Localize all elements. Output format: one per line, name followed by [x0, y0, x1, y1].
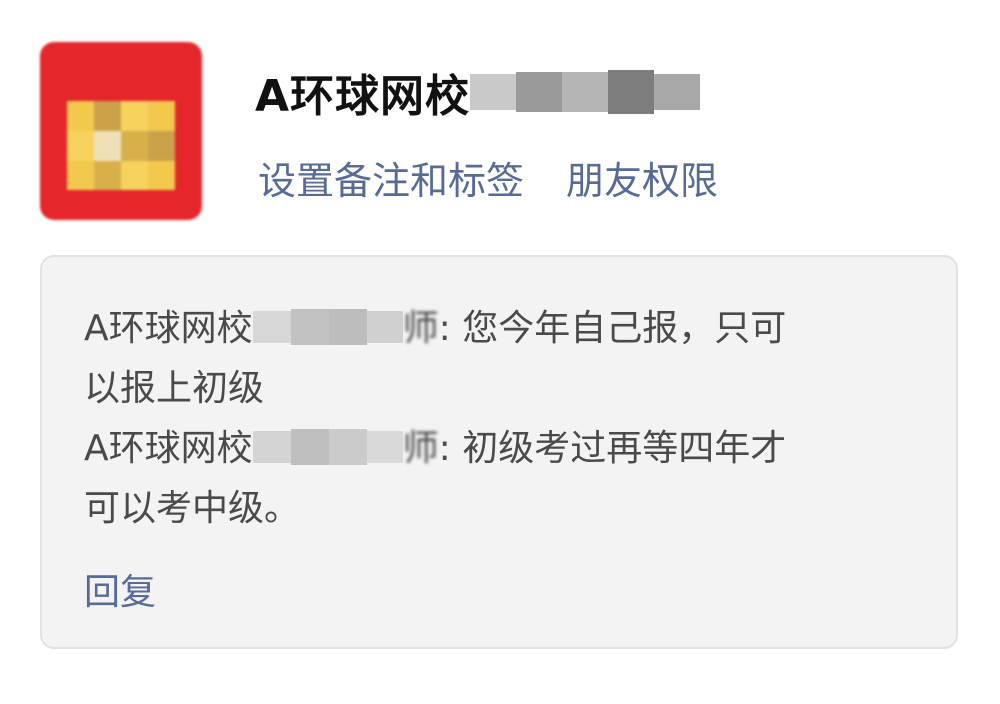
- profile-actions: 设置备注和标签 朋友权限: [258, 150, 718, 205]
- message-text: : 初级考过再等四年才: [438, 428, 787, 469]
- avatar-pixel: [175, 71, 202, 103]
- avatar-pixel: [94, 71, 122, 103]
- message-text-cont: 可以考中级。: [84, 488, 301, 529]
- avatar-pixel: [148, 131, 176, 162]
- avatar-pixel: [175, 190, 202, 220]
- avatar-pixel: [148, 42, 176, 73]
- avatar-pixel: [67, 42, 95, 73]
- avatar-pixel: [121, 190, 149, 220]
- avatar-pixel: [67, 101, 95, 132]
- message-sender: A环球网校: [84, 308, 253, 349]
- message-card: A环球网校 师: 您今年自己报，只可 以报上初级 A环球网校 师: 初级考过再等…: [40, 255, 958, 649]
- profile-name: A环球网校: [255, 71, 471, 122]
- redacted-mosaic: [470, 64, 701, 120]
- avatar-pixel: [40, 101, 68, 132]
- avatar-pixel: [175, 101, 202, 132]
- message-1: A环球网校 师: 您今年自己报，只可 以报上初级: [84, 299, 884, 419]
- avatar-pixel: [121, 71, 149, 103]
- message-2: A环球网校 师: 初级考过再等四年才 可以考中级。: [84, 419, 884, 539]
- message-text: : 您今年自己报，只可: [438, 308, 787, 349]
- avatar-pixel: [67, 190, 95, 220]
- avatar-pixel: [175, 131, 202, 162]
- avatar-pixel: [175, 42, 202, 73]
- avatar-pixel: [148, 101, 176, 132]
- message-sender: A环球网校: [84, 428, 253, 469]
- avatar-pixel: [67, 131, 95, 162]
- avatar-pixel: [121, 160, 149, 192]
- avatar-pixel: [40, 190, 68, 220]
- message-sender-tail: 师: [402, 308, 439, 349]
- set-remark-tag-link[interactable]: 设置备注和标签: [258, 150, 524, 205]
- avatar-pixel: [40, 131, 68, 162]
- avatar-pixel: [67, 71, 95, 103]
- avatar-pixel: [121, 131, 149, 162]
- redacted-mosaic: [252, 305, 403, 349]
- avatar-pixel: [94, 160, 122, 192]
- redacted-mosaic: [252, 425, 403, 469]
- avatar-pixel: [121, 101, 149, 132]
- avatar-pixel: [40, 42, 68, 73]
- avatar-pixel: [40, 71, 68, 103]
- avatar-pixel: [67, 160, 95, 192]
- avatar-pixel: [94, 42, 122, 73]
- avatar-pixel: [148, 71, 176, 103]
- avatar-pixel: [148, 160, 176, 192]
- message-text-cont: 以报上初级: [84, 368, 265, 409]
- avatar[interactable]: [40, 42, 202, 220]
- avatar-pixel: [94, 131, 122, 162]
- avatar-pixel: [40, 160, 68, 192]
- avatar-pixel: [94, 101, 122, 132]
- avatar-pixel: [148, 190, 176, 220]
- profile-name-row: A环球网校: [255, 64, 701, 122]
- reply-link[interactable]: 回复: [84, 563, 156, 615]
- friend-permission-link[interactable]: 朋友权限: [566, 150, 718, 205]
- avatar-pixel: [121, 42, 149, 73]
- avatar-pixel: [94, 190, 122, 220]
- avatar-pixel: [175, 160, 202, 192]
- message-sender-tail: 师: [402, 428, 439, 469]
